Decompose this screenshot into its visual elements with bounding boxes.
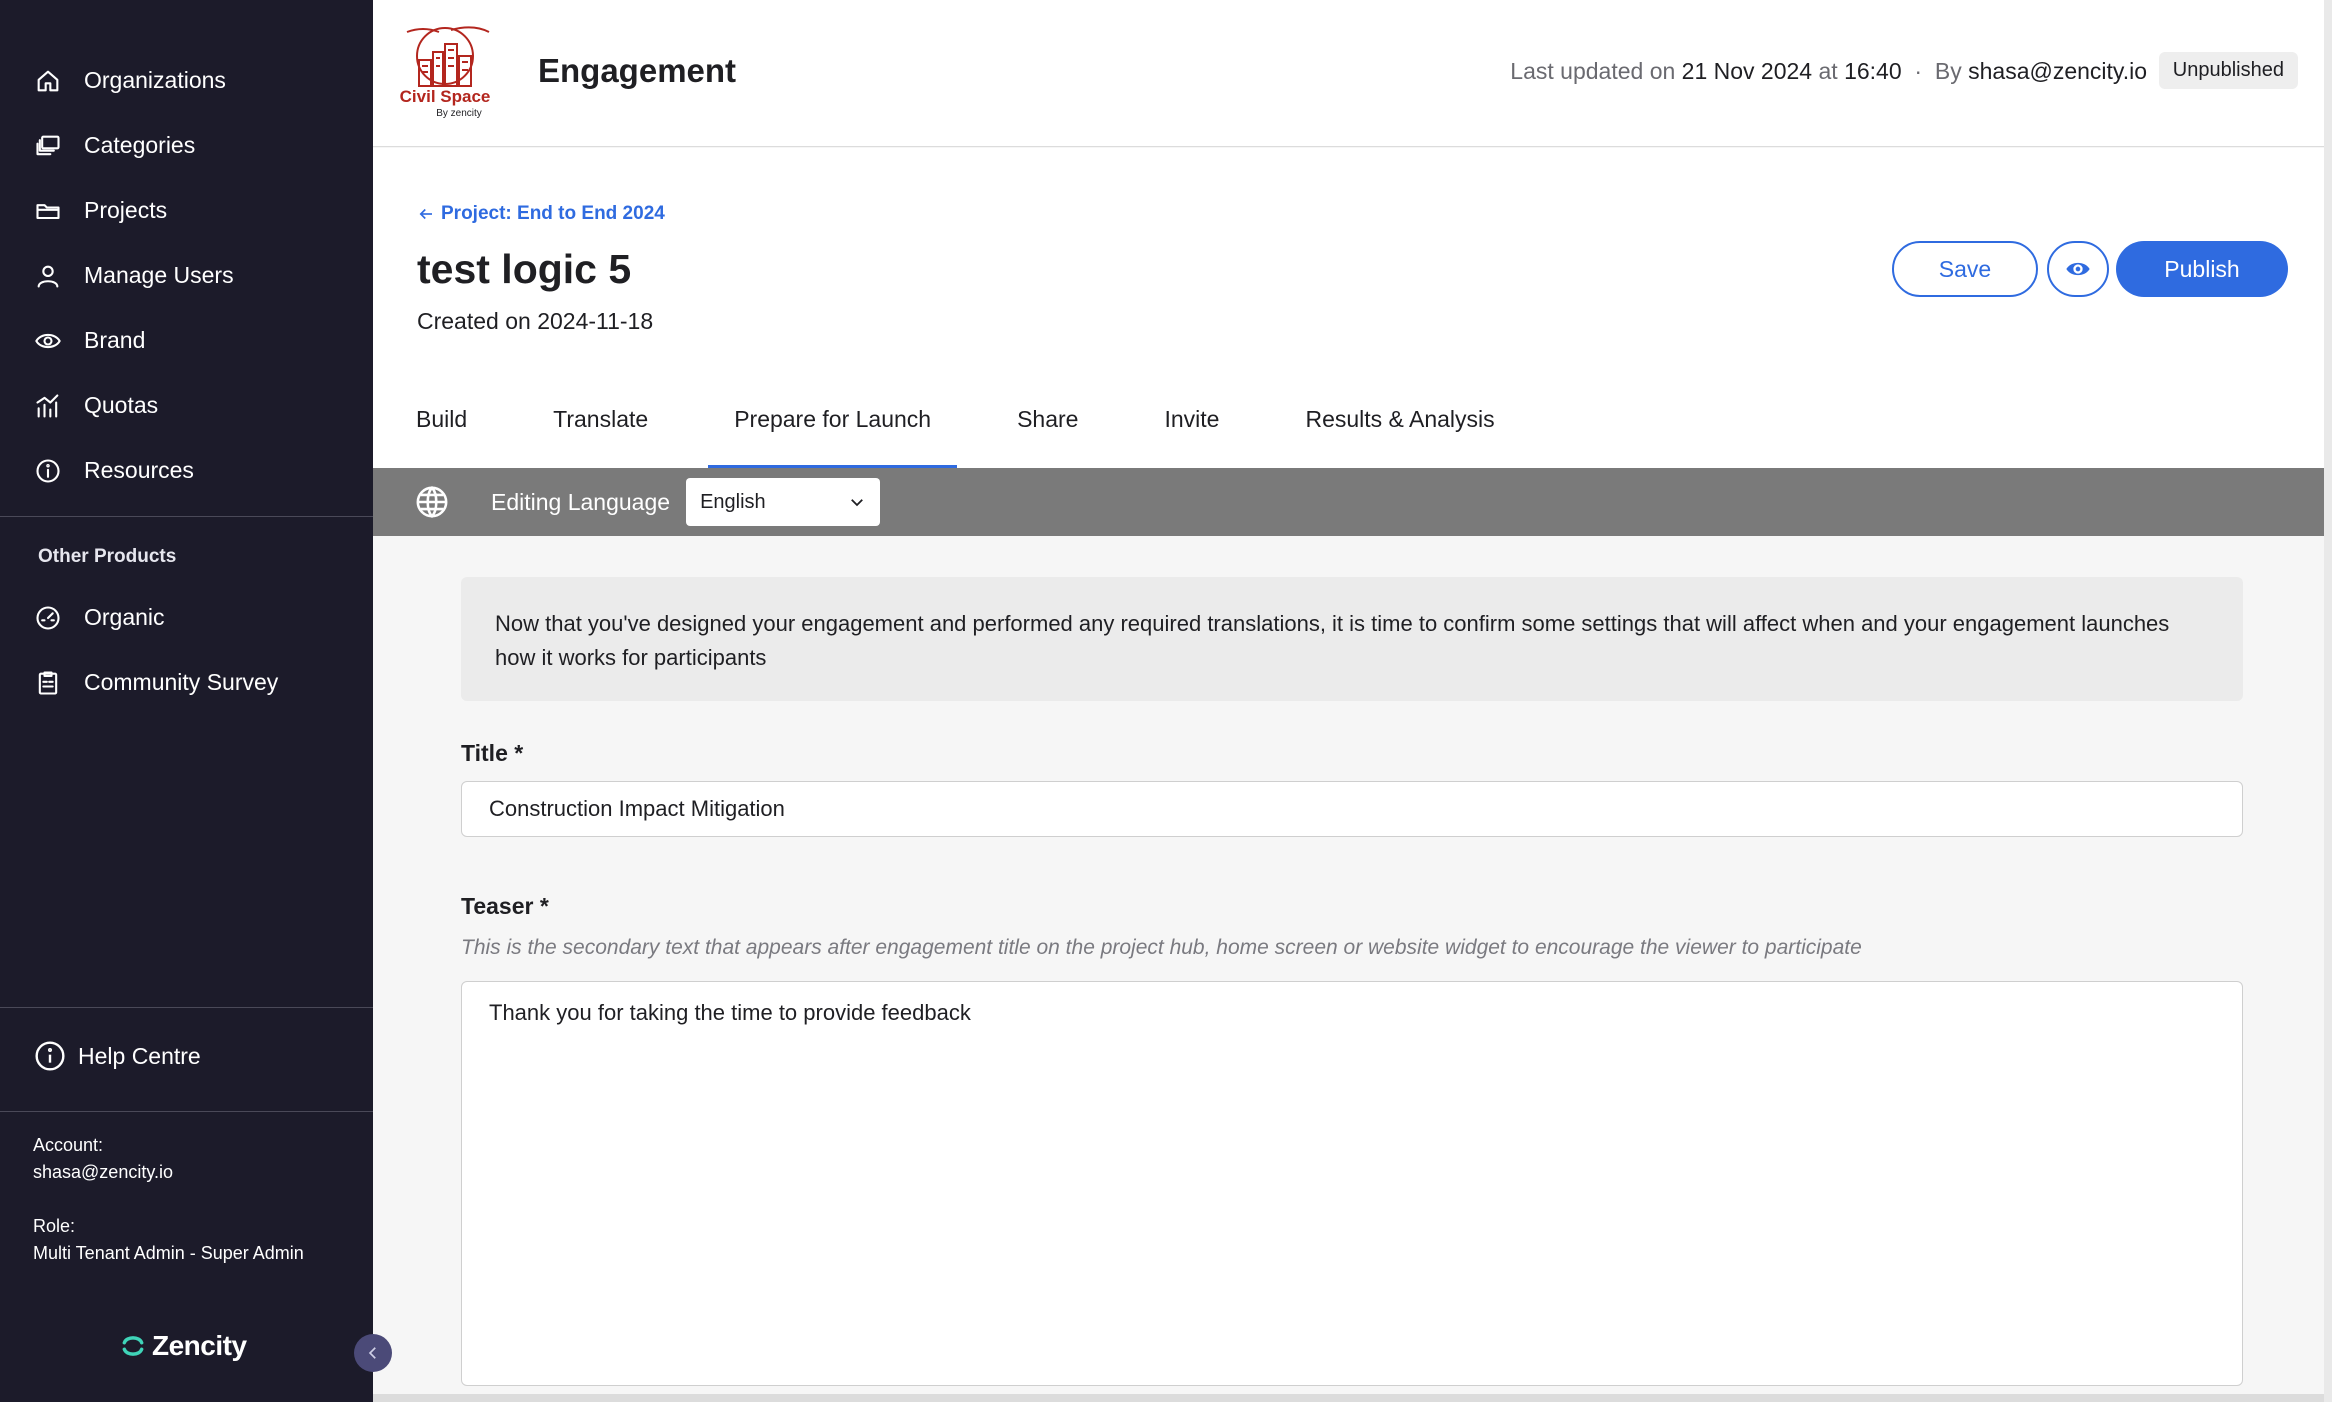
sidebar-item-label: Community Survey [84,669,279,695]
language-select[interactable]: English [686,478,881,526]
page-header: Project: End to End 2024 test logic 5 Cr… [373,148,2332,468]
meta-separator: · [1914,58,1923,84]
sidebar-nav: Organizations Categories Projects Manage… [0,48,373,503]
help-centre-label: Help Centre [78,1042,201,1069]
sidebar-item-label: Resources [84,457,194,483]
logo-subtext: By zencity [436,108,482,119]
eye-icon [33,326,63,356]
eye-icon [2066,262,2090,276]
chart-icon [33,391,63,421]
info-icon [33,456,63,486]
meta-time: 16:40 [1844,58,1902,84]
last-updated-meta: Last updated on 21 Nov 2024 at 16:40 · B… [1510,58,2147,85]
meta-prefix: Last updated on [1510,58,1676,84]
globe-icon [415,485,449,519]
zencity-logo: Zencity [120,1330,247,1362]
teaser-field-label: Teaser * [461,893,549,919]
sidebar-item-organic[interactable]: Organic [0,585,373,650]
header-title: Engagement [538,52,737,89]
sidebar-item-resources[interactable]: Resources [0,438,373,503]
clipboard-icon [33,668,63,698]
tab-prepare-for-launch[interactable]: Prepare for Launch [708,370,957,468]
sidebar-divider [0,1111,373,1112]
info-message: Now that you've designed your engagement… [461,577,2243,701]
chevron-left-icon [368,1347,376,1359]
meta-at: at [1818,58,1838,84]
sidebar-item-label: Categories [84,132,196,158]
sidebar-divider [0,516,373,517]
gauge-icon [33,603,63,633]
sidebar-divider [0,1007,373,1008]
sidebar-item-label: Brand [84,327,146,353]
chevron-down-icon [851,499,863,507]
back-to-project-link[interactable]: Project: End to End 2024 [417,203,665,225]
folder-icon [33,196,63,226]
meta-user: shasa@zencity.io [1968,58,2147,84]
sidebar-item-manage-users[interactable]: Manage Users [0,243,373,308]
tab-results-analysis[interactable]: Results & Analysis [1279,370,1520,468]
save-button[interactable]: Save [1892,241,2038,297]
role-value: Multi Tenant Admin - Super Admin [33,1243,304,1263]
title-input[interactable]: Construction Impact Mitigation [461,781,2243,837]
tab-bar: Build Translate Prepare for Launch Share… [373,370,1521,468]
editing-language-bar: Editing Language English [373,468,2332,536]
sidebar-item-label: Projects [84,197,168,223]
teaser-textarea[interactable]: Thank you for taking the time to provide… [461,981,2243,1386]
sidebar-item-projects[interactable]: Projects [0,178,373,243]
account-info: Account: shasa@zencity.io Role: Multi Te… [33,1132,304,1267]
teaser-hint: This is the secondary text that appears … [461,936,1862,959]
sidebar-item-quotas[interactable]: Quotas [0,373,373,438]
sidebar-item-brand[interactable]: Brand [0,308,373,373]
meta-date: 21 Nov 2024 [1681,58,1813,84]
arrow-left-icon [419,208,432,220]
other-products-nav: Organic Community Survey [0,585,373,715]
meta-by: By [1934,58,1962,84]
info-icon [35,1041,65,1071]
user-icon [33,261,63,291]
home-icon [33,66,63,96]
sidebar-item-community-survey[interactable]: Community Survey [0,650,373,715]
collapse-sidebar-button[interactable] [354,1334,392,1372]
top-header: Civil Space By zencity Engagement Last u… [373,0,2332,147]
tab-translate[interactable]: Translate [527,370,674,468]
title-field-label: Title * [461,740,524,766]
editing-language-label: Editing Language [491,488,671,515]
tab-share[interactable]: Share [991,370,1104,468]
help-centre-link[interactable]: Help Centre [34,1040,201,1072]
sidebar-item-label: Organic [84,604,165,630]
logo-text: Civil Space [400,87,491,106]
civil-space-logo: Civil Space By zencity [393,20,497,124]
sidebar: Organizations Categories Projects Manage… [0,0,373,1402]
created-date: Created on 2024-11-18 [417,308,654,334]
account-value: shasa@zencity.io [33,1162,174,1182]
status-badge: Unpublished [2158,52,2298,89]
language-selected-value: English [700,490,766,513]
sidebar-item-label: Manage Users [84,262,234,288]
page-title: test logic 5 [417,246,632,292]
vertical-scrollbar[interactable] [2324,0,2332,1402]
publish-button[interactable]: Publish [2116,241,2288,297]
account-label: Account: [33,1135,104,1155]
sidebar-item-label: Quotas [84,392,159,418]
sidebar-item-label: Organizations [84,67,226,93]
other-products-title: Other Products [38,546,177,567]
zencity-brand-name: Zencity [152,1330,247,1361]
tab-invite[interactable]: Invite [1138,370,1245,468]
layers-icon [33,131,63,161]
role-label: Role: [33,1216,76,1236]
sidebar-item-categories[interactable]: Categories [0,113,373,178]
tab-build[interactable]: Build [390,370,493,468]
back-link-label: Project: End to End 2024 [441,203,665,224]
sidebar-item-organizations[interactable]: Organizations [0,48,373,113]
preview-button[interactable] [2047,241,2109,297]
zencity-mark-icon [122,1336,144,1356]
horizontal-scrollbar[interactable] [373,1394,2332,1402]
